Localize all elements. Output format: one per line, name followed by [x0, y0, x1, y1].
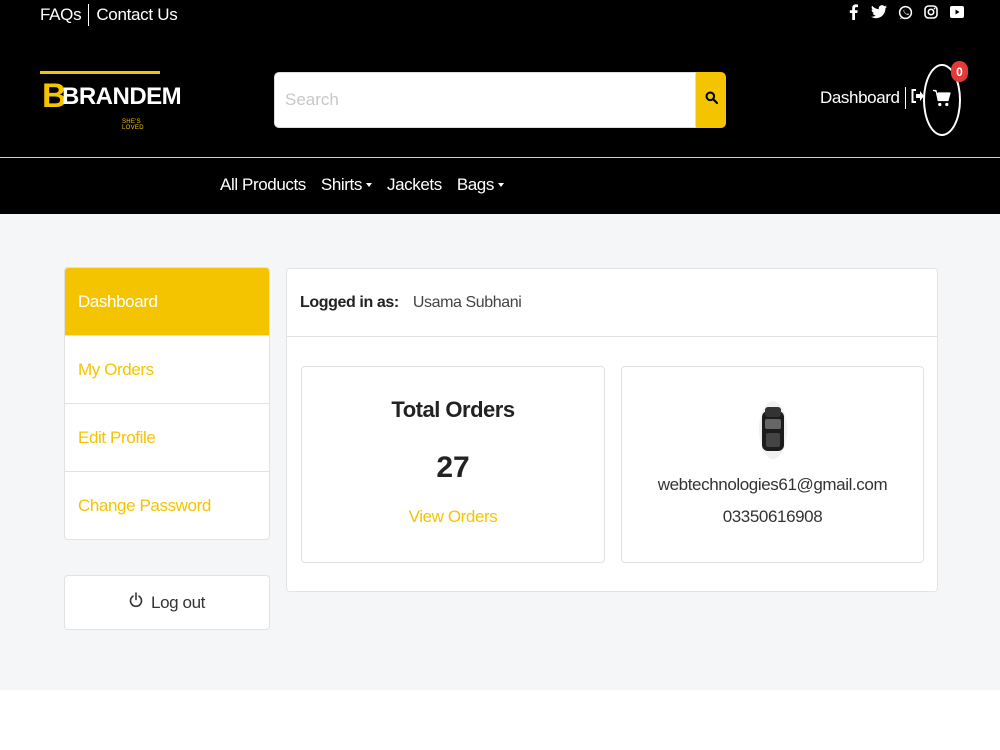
nav-item-shirts[interactable]: Shirts — [321, 175, 372, 195]
dashboard-link-label: Dashboard — [820, 88, 900, 107]
nav-item-label: All Products — [220, 175, 306, 194]
nav-item-all-products[interactable]: All Products — [220, 175, 306, 195]
profile-card: webtechnologies61@gmail.com 03350616908 — [621, 366, 924, 563]
nav-item-label: Jackets — [386, 175, 442, 194]
logged-in-header: Logged in as: Usama Subhani — [287, 269, 937, 337]
sign-out-icon[interactable] — [911, 88, 924, 108]
logged-in-label: Logged in as: — [300, 293, 399, 311]
contact-us-link[interactable]: Contact Us — [96, 5, 177, 25]
nav-item-label: Bags — [456, 175, 495, 194]
cart-count-badge: 0 — [951, 61, 968, 82]
twitter-icon[interactable] — [871, 4, 887, 20]
logo-accent-bar — [40, 71, 160, 74]
instagram-icon[interactable] — [923, 4, 939, 20]
profile-phone: 03350616908 — [722, 507, 823, 526]
caret-down-icon — [365, 183, 372, 187]
sidebar-item-change-password[interactable]: Change Password — [65, 472, 269, 539]
nav-item-jackets[interactable]: Jackets — [387, 175, 442, 195]
youtube-icon[interactable] — [949, 4, 965, 20]
dashboard-link[interactable]: Dashboard — [820, 87, 924, 109]
sidebar-item-edit-profile[interactable]: Edit Profile — [65, 404, 269, 472]
logout-button[interactable]: Log out — [64, 575, 270, 630]
nav-item-bags[interactable]: Bags — [457, 175, 504, 195]
logo-tagline: SHE'S LOVED — [122, 119, 144, 131]
topbar-divider — [88, 4, 90, 26]
whatsapp-icon[interactable] — [897, 4, 913, 20]
main-nav: All Products Shirts Jackets Bags — [0, 158, 1000, 214]
search-icon — [705, 91, 718, 109]
total-orders-count: 27 — [436, 451, 470, 484]
nav-items: All Products Shirts Jackets Bags — [220, 175, 504, 195]
search-bar — [274, 72, 726, 128]
nav-item-label: Shirts — [320, 175, 362, 194]
dashboard-panel: Logged in as: Usama Subhani Total Orders… — [286, 268, 938, 592]
brand-logo[interactable]: B BRANDEM SHE'S LOVED — [40, 71, 182, 131]
sidebar-item-my-orders[interactable]: My Orders — [65, 336, 269, 404]
cart-icon — [933, 89, 951, 112]
social-links — [845, 4, 965, 20]
faqs-link[interactable]: FAQs — [40, 5, 82, 25]
logo-wordmark: BRANDEM — [62, 83, 182, 110]
topbar-links: FAQs Contact Us — [40, 4, 178, 26]
avatar — [754, 397, 792, 463]
search-button[interactable] — [696, 72, 726, 128]
power-icon — [129, 592, 143, 613]
account-sidebar: Dashboard My Orders Edit Profile Change … — [64, 267, 270, 540]
total-orders-title: Total Orders — [391, 397, 515, 422]
dashboard-divider — [904, 87, 906, 109]
search-input[interactable] — [274, 72, 696, 128]
logout-label: Log out — [151, 592, 205, 612]
logged-in-user: Usama Subhani — [412, 293, 522, 311]
caret-down-icon — [497, 183, 504, 187]
site-header: FAQs Contact Us B BRANDEM SHE'S LOVED Se… — [0, 0, 1000, 158]
facebook-icon[interactable] — [845, 4, 861, 20]
total-orders-card: Total Orders 27 View Orders — [301, 366, 605, 563]
sidebar-item-dashboard[interactable]: Dashboard — [65, 268, 269, 336]
view-orders-link[interactable]: View Orders — [302, 507, 604, 527]
profile-email: webtechnologies61@gmail.com — [657, 475, 888, 494]
